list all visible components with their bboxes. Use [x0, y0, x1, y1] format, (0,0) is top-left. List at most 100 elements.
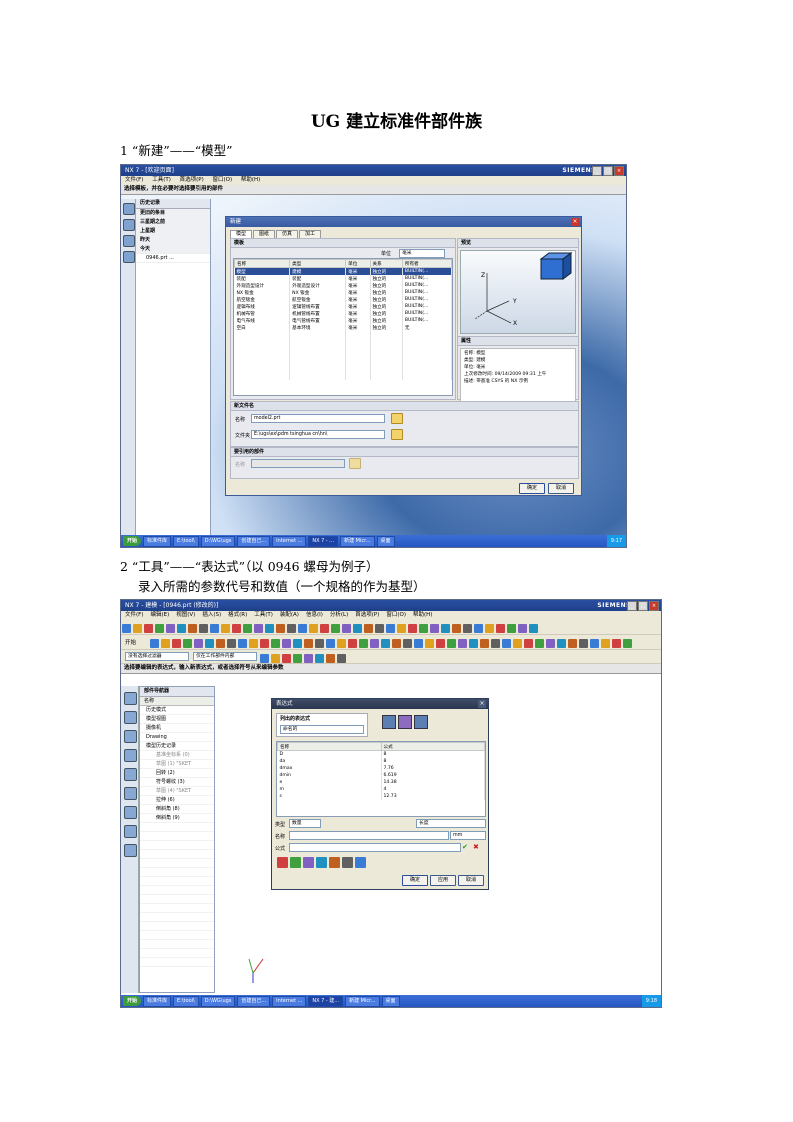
- toolbar-tool-icon[interactable]: [529, 624, 538, 633]
- formula-field[interactable]: [289, 843, 461, 852]
- tab-simulation[interactable]: 仿真: [276, 230, 299, 238]
- snap-tool-icon[interactable]: [293, 654, 302, 663]
- web-icon[interactable]: [123, 219, 135, 231]
- toolbar-tool-icon[interactable]: [364, 624, 373, 633]
- toolbar-tool-icon[interactable]: [177, 624, 186, 633]
- menu-window[interactable]: 窗口(O): [212, 177, 232, 183]
- apply-button[interactable]: 应用: [430, 875, 456, 886]
- template-column-header[interactable]: 名称: [234, 259, 291, 268]
- navigator-node[interactable]: Drawing: [140, 733, 214, 742]
- template-row[interactable]: 空白 基本环境 毫米 独立的无: [234, 324, 452, 331]
- toolbar-tool-icon[interactable]: [304, 639, 313, 648]
- expression-row[interactable]: dmin 6.619: [277, 772, 485, 779]
- toolbar-tool-icon[interactable]: [518, 624, 527, 633]
- taskbar-item[interactable]: 桌面: [381, 995, 400, 1007]
- toolbar-tool-icon[interactable]: [287, 624, 296, 633]
- tab-manufacturing[interactable]: 加工: [299, 230, 322, 238]
- taskbar-item[interactable]: E:\tool\: [173, 535, 199, 547]
- ok-button[interactable]: 确定: [402, 875, 428, 886]
- history-icon[interactable]: [123, 235, 135, 247]
- toolbar-tool-icon[interactable]: [524, 639, 533, 648]
- template-row[interactable]: 机械布管 机械管线布置 毫米 独立的 BUILTIN(...: [234, 310, 452, 317]
- template-row[interactable]: 装配 装配 毫米 独立的 BUILTIN(...: [234, 275, 452, 282]
- dialog-close-icon[interactable]: ×: [478, 700, 486, 708]
- toolbar-tool-icon[interactable]: [326, 639, 335, 648]
- menu-item[interactable]: 编辑(E): [150, 612, 169, 618]
- nav-icon[interactable]: [123, 203, 135, 215]
- reuse-library-icon[interactable]: [124, 749, 137, 762]
- roles-icon[interactable]: [123, 251, 135, 263]
- start-menu-button[interactable]: 开始: [125, 638, 136, 646]
- expression-row[interactable]: dmax 7.76: [277, 765, 485, 772]
- reject-edit-icon[interactable]: ✖: [473, 843, 479, 851]
- toolbar-tool-icon[interactable]: [370, 639, 379, 648]
- toolbar-tool-icon[interactable]: [342, 624, 351, 633]
- navigator-node[interactable]: 摄像机: [140, 724, 214, 733]
- snap-tool-icon[interactable]: [304, 654, 313, 663]
- history-group[interactable]: 今天: [136, 245, 210, 254]
- toolbar-tool-icon[interactable]: [535, 639, 544, 648]
- snap-tool-icon[interactable]: [337, 654, 346, 663]
- minimize-icon[interactable]: _: [627, 601, 637, 611]
- toolbar-tool-icon[interactable]: [276, 624, 285, 633]
- menu-tools[interactable]: 工具(T): [152, 177, 171, 183]
- taskbar-item[interactable]: Internet ...: [272, 535, 307, 547]
- toolbar-tool-icon[interactable]: [260, 639, 269, 648]
- history-group[interactable]: 上星期: [136, 227, 210, 236]
- assembly-navigator-icon[interactable]: [124, 711, 137, 724]
- toolbar-tool-icon[interactable]: [469, 639, 478, 648]
- toolbar-tool-icon[interactable]: [546, 639, 555, 648]
- close-icon[interactable]: ×: [649, 601, 659, 611]
- ok-button[interactable]: 确定: [519, 483, 545, 494]
- column-name[interactable]: 名称: [277, 742, 382, 751]
- taskbar-item[interactable]: D:\WG\ugs: [200, 535, 236, 547]
- toolbar-tool-icon[interactable]: [166, 624, 175, 633]
- menu-item[interactable]: 装配(A): [280, 612, 299, 618]
- taskbar-item[interactable]: 创建自己...: [237, 995, 271, 1007]
- toolbar-tool-icon[interactable]: [419, 624, 428, 633]
- toolbar-tool-icon[interactable]: [579, 639, 588, 648]
- expression-row[interactable]: da 8: [277, 758, 485, 765]
- toolbar-tool-icon[interactable]: [502, 639, 511, 648]
- toolbar-tool-icon[interactable]: [315, 639, 324, 648]
- type-filter-select[interactable]: 没有选择过滤器: [125, 652, 189, 661]
- navigator-node[interactable]: 模型历史记录: [140, 742, 214, 751]
- cancel-button[interactable]: 取消: [548, 483, 574, 494]
- navigator-column-name[interactable]: 名称: [140, 697, 214, 706]
- export-icon[interactable]: [414, 715, 428, 729]
- toolbar-tool-icon[interactable]: [205, 639, 214, 648]
- system-scenes-icon[interactable]: [124, 844, 137, 857]
- taskbar-item[interactable]: 标准件库: [143, 995, 172, 1007]
- column-formula[interactable]: 公式: [380, 742, 485, 751]
- menu-item[interactable]: 分析(L): [330, 612, 348, 618]
- minimize-icon[interactable]: _: [592, 166, 602, 176]
- taskbar-item[interactable]: 新建 Micr...: [345, 995, 380, 1007]
- template-row[interactable]: 模型 建模 毫米 独立的 BUILTIN(...: [234, 267, 452, 275]
- toolbar-tool-icon[interactable]: [210, 624, 219, 633]
- toolbar-tool-icon[interactable]: [623, 639, 632, 648]
- history-group[interactable]: 三星期之前: [136, 218, 210, 227]
- toolbar-tool-icon[interactable]: [601, 639, 610, 648]
- template-column-header[interactable]: 关系: [369, 259, 403, 268]
- toolbar-tool-icon[interactable]: [155, 624, 164, 633]
- toolbar-tool-icon[interactable]: [353, 624, 362, 633]
- measure-icon[interactable]: [303, 857, 314, 868]
- navigator-node[interactable]: 历史模式: [140, 706, 214, 715]
- taskbar-item[interactable]: Internet ...: [272, 995, 307, 1007]
- toolbar-tool-icon[interactable]: [293, 639, 302, 648]
- open-icon[interactable]: [329, 857, 340, 868]
- toolbar-tool-icon[interactable]: [392, 639, 401, 648]
- template-column-header[interactable]: 类型: [289, 259, 347, 268]
- menu-item[interactable]: 窗口(O): [386, 612, 406, 618]
- snap-tool-icon[interactable]: [282, 654, 291, 663]
- toolbar-tool-icon[interactable]: [452, 624, 461, 633]
- selection-scope-select[interactable]: 仅在工作部件内部: [193, 652, 257, 661]
- navigator-node[interactable]: 回转 (2): [140, 769, 214, 778]
- toolbar-tool-icon[interactable]: [485, 624, 494, 633]
- start-button[interactable]: 开始: [123, 996, 142, 1006]
- toolbar-tool-icon[interactable]: [271, 639, 280, 648]
- toolbar-tool-icon[interactable]: [480, 639, 489, 648]
- template-column-header[interactable]: 所有者: [401, 259, 452, 268]
- menu-preferences[interactable]: 首选项(P): [180, 177, 204, 183]
- snap-tool-icon[interactable]: [315, 654, 324, 663]
